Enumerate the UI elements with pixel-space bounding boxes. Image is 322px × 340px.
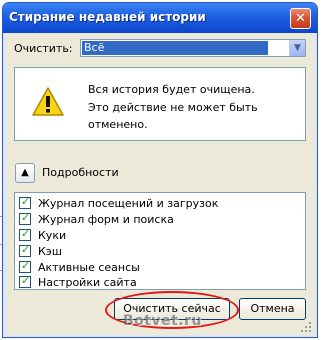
time-range-label: Очистить:	[14, 42, 73, 55]
checkmark-icon: ✓	[21, 227, 31, 240]
checkmark-icon: ✓	[21, 211, 31, 224]
warning-text-line1: Вся история будет очищена.	[88, 83, 255, 96]
resize-grip-icon[interactable]	[300, 321, 312, 333]
checkbox[interactable]: ✓	[19, 211, 31, 225]
warning-icon	[32, 87, 64, 116]
close-icon[interactable]: ✕	[290, 8, 311, 29]
time-range-value: Всё	[82, 41, 268, 55]
checkbox[interactable]: ✓	[19, 243, 31, 257]
checkbox[interactable]: ✓	[19, 227, 31, 241]
history-item-cookies[interactable]: ✓ Куки	[19, 227, 299, 243]
cancel-button[interactable]: Отмена	[239, 298, 306, 320]
history-item-label: Активные сеансы	[38, 261, 140, 274]
history-item-label: Журнал форм и поиска	[38, 213, 174, 226]
history-item-browsing-downloads[interactable]: ✓ Журнал посещений и загрузок	[19, 195, 299, 211]
title-bar[interactable]: Стирание недавней истории ✕	[3, 3, 317, 33]
checkmark-icon: ✓	[21, 243, 31, 256]
history-items-list: ✓ Журнал посещений и загрузок ✓ Журнал ф…	[14, 192, 306, 290]
history-item-label: Куки	[38, 229, 67, 242]
time-range-select[interactable]: Всё ▼	[80, 39, 306, 57]
checkmark-icon: ✓	[21, 259, 31, 272]
history-item-site-settings[interactable]: ✓ Настройки сайта	[19, 274, 299, 290]
history-item-label: Кэш	[38, 245, 62, 258]
dialog-client: Очистить: Всё ▼ Вся история будет очищен…	[6, 33, 314, 335]
history-item-label: Журнал посещений и загрузок	[38, 197, 219, 210]
checkbox[interactable]: ✓	[19, 195, 31, 209]
history-item-active-sessions[interactable]: ✓ Активные сеансы	[19, 259, 299, 275]
details-label: Подробности	[42, 166, 119, 179]
history-item-forms-search[interactable]: ✓ Журнал форм и поиска	[19, 211, 299, 227]
clear-history-dialog: Стирание недавней истории ✕ Очистить: Вс…	[2, 2, 318, 338]
checkbox[interactable]: ✓	[19, 274, 31, 288]
warning-text-line3: отменено.	[88, 118, 148, 131]
dialog-title: Стирание недавней истории	[9, 10, 206, 24]
watermark: Botvet.ru	[123, 313, 202, 329]
details-toggle-button[interactable]: ▲	[15, 163, 35, 183]
checkbox[interactable]: ✓	[19, 259, 31, 273]
checkmark-icon: ✓	[21, 195, 31, 208]
checkmark-icon: ✓	[21, 274, 31, 287]
history-item-cache[interactable]: ✓ Кэш	[19, 243, 299, 259]
chevron-down-icon[interactable]: ▼	[289, 40, 305, 56]
warning-text-line2: Это действие не может быть	[88, 101, 258, 114]
warning-panel: Вся история будет очищена. Это действие …	[14, 67, 306, 141]
history-item-label: Настройки сайта	[38, 276, 137, 289]
